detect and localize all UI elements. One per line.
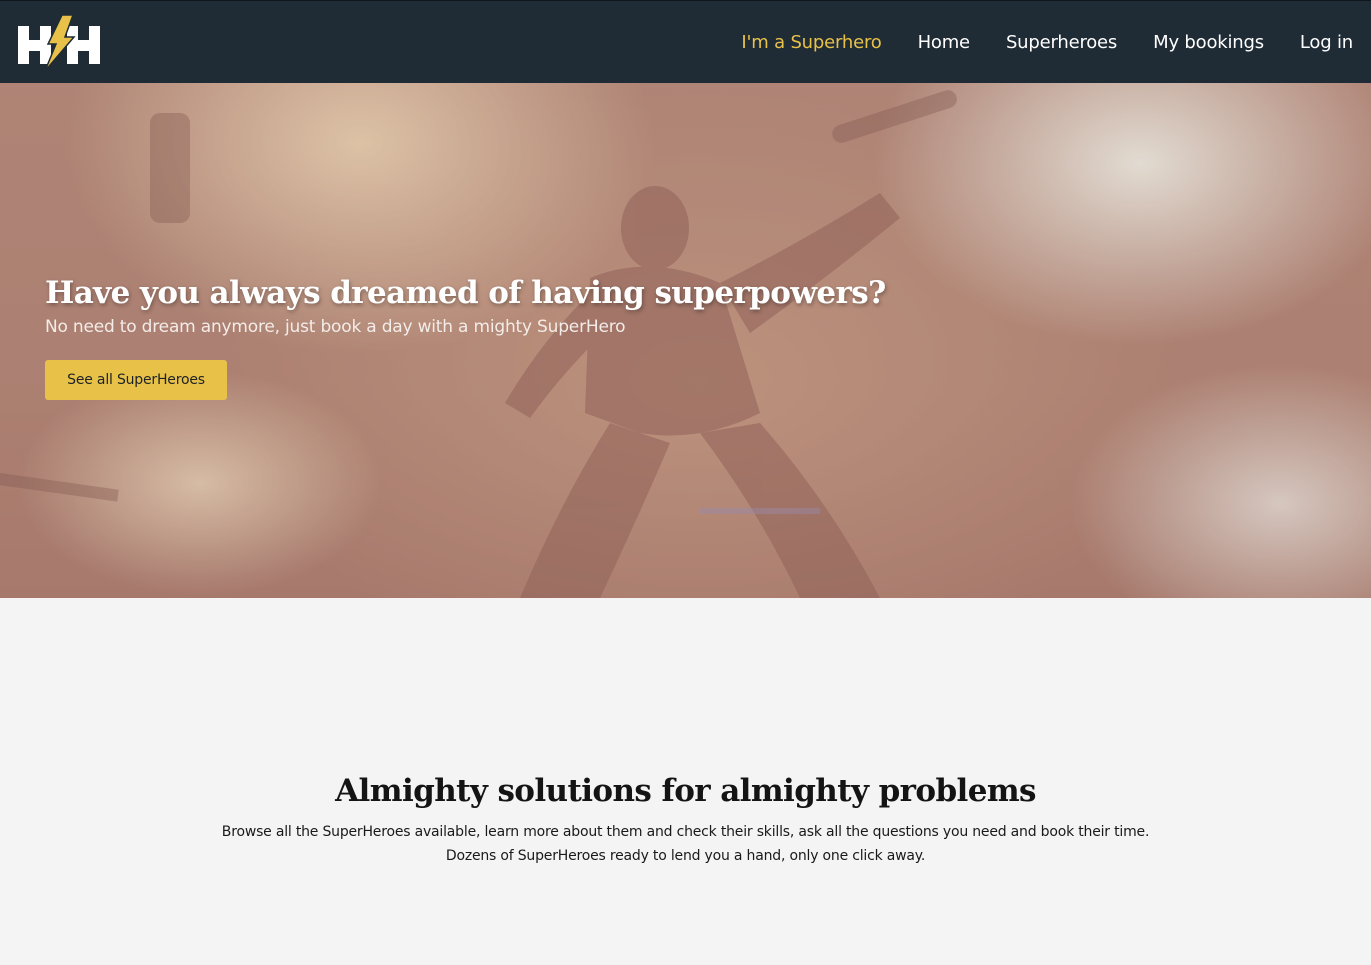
hero-subtitle: No need to dream anymore, just book a da… [45,317,626,337]
nav-links: I'm a Superhero Home Superheroes My book… [705,1,1371,84]
section-description-line-1: Browse all the SuperHeroes available, le… [221,824,1150,840]
intro-section: Almighty solutions for almighty problems… [0,598,1371,965]
nav-my-bookings[interactable]: My bookings [1153,32,1264,53]
section-description-line-2: Dozens of SuperHeroes ready to lend you … [445,848,926,864]
section-title: Almighty solutions for almighty problems [335,773,1036,809]
see-all-superheroes-button[interactable]: See all SuperHeroes [45,360,227,400]
navbar: I'm a Superhero Home Superheroes My book… [0,0,1371,83]
hero-title: Have you always dreamed of having superp… [45,275,886,311]
nav-superheroes[interactable]: Superheroes [1006,32,1117,53]
nav-log-in[interactable]: Log in [1300,32,1353,53]
nav-im-a-superhero[interactable]: I'm a Superhero [741,32,881,53]
hh-lightning-logo-icon[interactable] [18,15,100,71]
hero-banner: Have you always dreamed of having superp… [0,83,1371,598]
hero-overlay [0,83,1371,598]
nav-home[interactable]: Home [918,32,971,53]
